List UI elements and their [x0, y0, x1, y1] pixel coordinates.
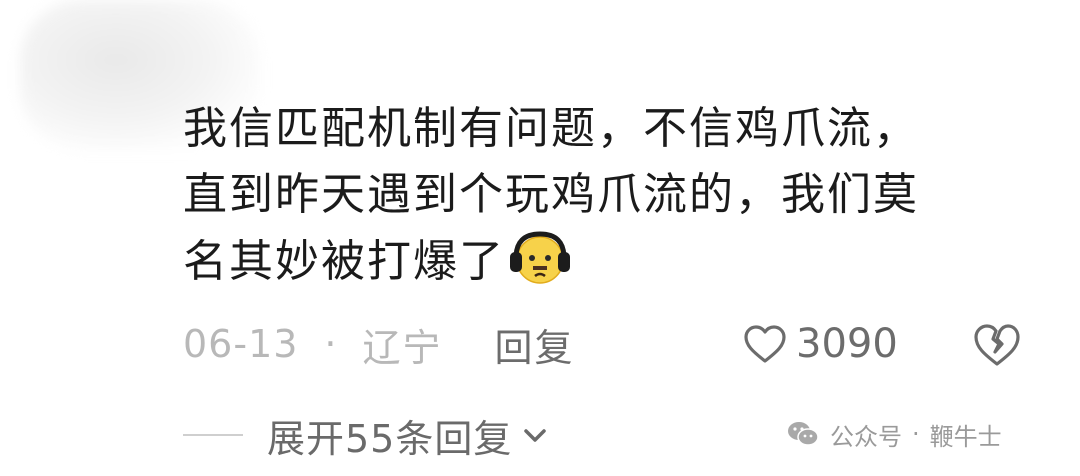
watermark-separator: · [912, 420, 920, 448]
comment-card: 我信匹配机制有问题，不信鸡爪流， 直到昨天遇到个玩鸡爪流的，我们莫 名其妙被打爆… [0, 0, 1080, 476]
comment-line-text: 名其妙被打爆了 [183, 236, 505, 287]
watermark-prefix: 公众号 [830, 422, 902, 451]
comment-location: 辽宁 [362, 325, 443, 370]
like-count: 3090 [796, 321, 898, 367]
comment-meta: 06-13 · 辽宁 回复 [183, 318, 1043, 370]
divider [183, 434, 243, 436]
headphones-frown-emoji-icon [507, 228, 573, 284]
like-button[interactable]: 3090 [742, 318, 898, 370]
comment-line: 名其妙被打爆了 [183, 228, 1043, 295]
watermark-name: 鞭牛士 [929, 422, 1002, 451]
comment-line: 直到昨天遇到个玩鸡爪流的，我们莫 [183, 169, 919, 220]
broken-heart-icon [974, 324, 1020, 366]
comment-date: 06-13 [183, 322, 299, 366]
expand-replies-label: 展开55条回复 [267, 416, 513, 461]
dislike-button[interactable] [972, 322, 1022, 368]
wechat-icon [788, 422, 819, 446]
heart-outline-icon [744, 325, 786, 363]
chevron-down-icon [524, 429, 547, 442]
comment-body: 我信匹配机制有问题，不信鸡爪流， 直到昨天遇到个玩鸡爪流的，我们莫 名其妙被打爆… [183, 96, 1043, 295]
meta-separator: · [324, 322, 337, 366]
comment-line: 我信匹配机制有问题，不信鸡爪流， [183, 103, 919, 154]
watermark: 公众号 · 鞭牛士 [786, 414, 1002, 454]
reply-button[interactable]: 回复 [495, 317, 575, 372]
expand-replies[interactable]: 展开55条回复 [183, 410, 763, 461]
